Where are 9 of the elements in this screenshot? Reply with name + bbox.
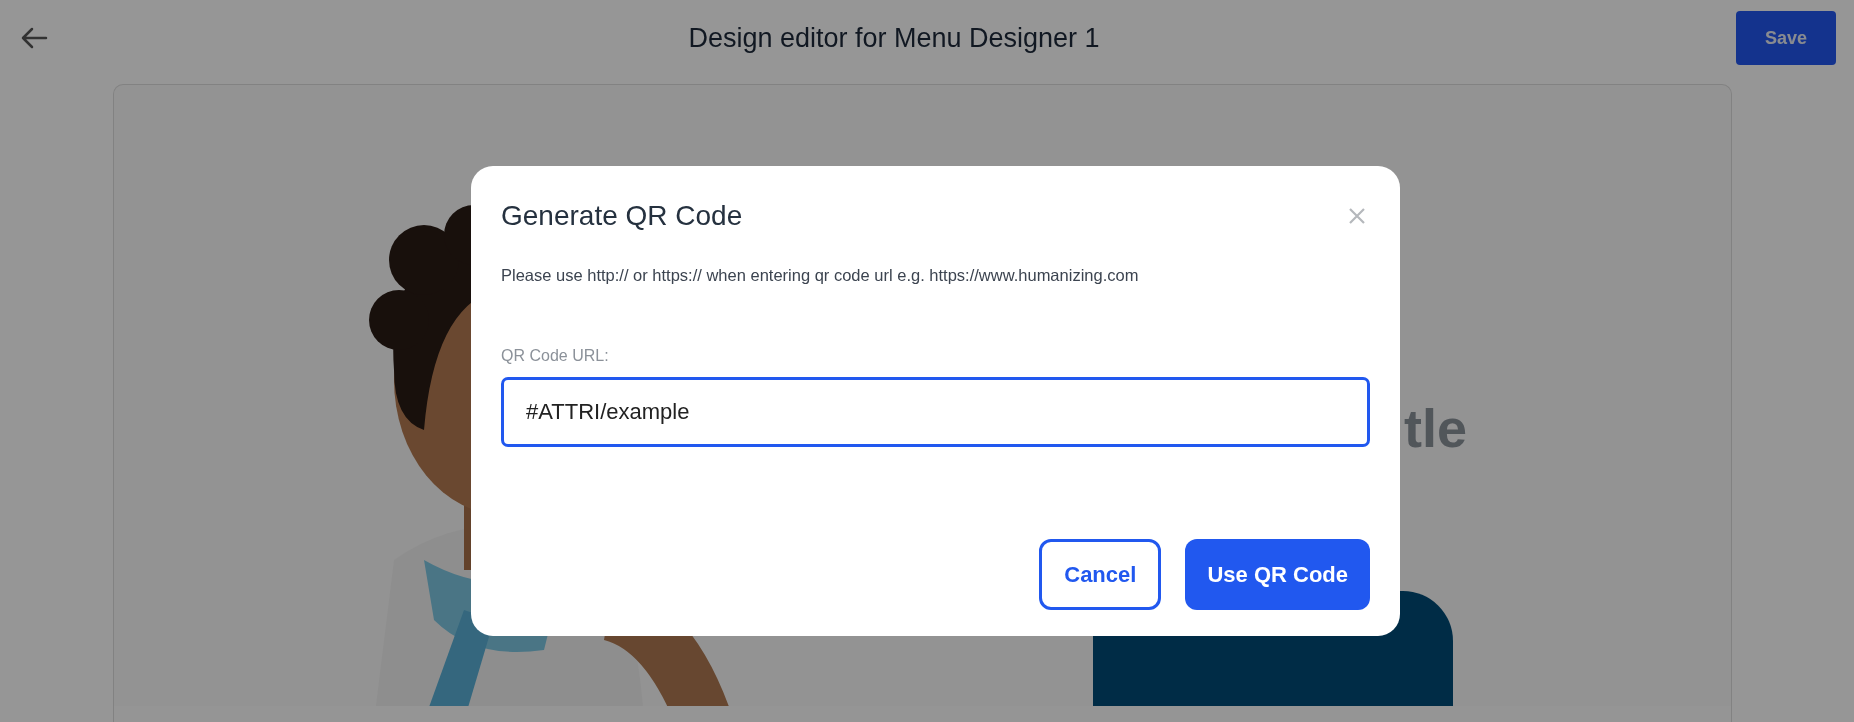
confirm-button[interactable]: Use QR Code (1185, 539, 1370, 610)
cancel-button[interactable]: Cancel (1039, 539, 1162, 610)
canvas-heading: tle (1404, 397, 1468, 459)
dialog-title: Generate QR Code (501, 200, 743, 232)
url-input[interactable]: #ATTRI/example (501, 377, 1370, 447)
dialog-description: Please use http:// or https:// when entering qr code url e.g. https://www.humanizing.com (501, 266, 1140, 285)
save-button[interactable]: Save (1736, 11, 1836, 65)
field-label: QR Code URL: (501, 347, 610, 365)
page-title: Design editor for Menu Designer 1 (688, 22, 1100, 54)
